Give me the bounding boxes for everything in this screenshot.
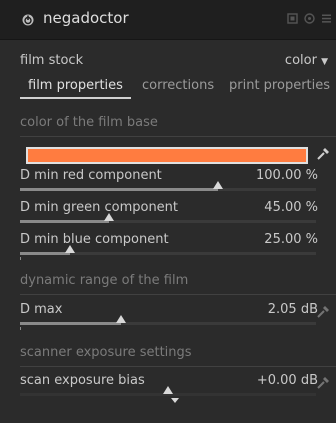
section-header-film-base: color of the film base [20,115,336,137]
slider-thumb[interactable] [65,245,76,253]
active-tab-underline [20,97,131,99]
slider-value: 2.05 dB [267,302,318,317]
slider-center-marker [171,398,179,403]
presets-icon[interactable] [287,13,298,24]
slider-label: D min blue component [20,232,169,247]
slider-tick [20,257,21,260]
slider-value: 25.00 % [264,232,318,247]
slider-value: 100.00 % [256,168,318,183]
film-base-color-swatch[interactable] [26,147,308,164]
menu-icon[interactable] [321,13,332,24]
tab-corrections[interactable]: corrections [142,78,214,93]
slider-label: D min red component [20,168,162,183]
tab-print-properties[interactable]: print properties [229,78,330,93]
slider-fill [20,393,168,396]
d-min-green-slider[interactable]: D min green component 45.00 % [20,200,318,220]
d-max-track[interactable] [20,315,316,325]
slider-fill [20,220,109,223]
reset-icon[interactable] [304,13,315,24]
module-title: negadoctor [43,9,129,27]
d-max-slider[interactable]: D max 2.05 dB [20,302,318,322]
slider-label: D min green component [20,200,179,215]
d-min-red-track[interactable] [20,181,316,191]
film-stock-value: color ▼ [284,53,328,68]
d-min-blue-track[interactable] [20,245,316,255]
slider-tick [20,327,21,330]
film-stock-label: film stock [20,53,84,68]
slider-label: scan exposure bias [20,373,145,388]
module-header: negadoctor [0,0,336,40]
slider-label: D max [20,302,63,317]
slider-value: 45.00 % [264,200,318,215]
tab-film-properties[interactable]: film properties [28,78,123,93]
header-icons [287,13,332,24]
section-header-dynamic-range: dynamic range of the film [20,273,336,295]
d-min-green-track[interactable] [20,213,316,223]
d-min-red-slider[interactable]: D min red component 100.00 % [20,168,318,188]
color-picker-icon[interactable] [316,376,330,390]
dropdown-arrow-icon: ▼ [321,57,328,67]
slider-value: +0.00 dB [256,373,318,388]
tab-bar: film properties corrections print proper… [20,78,336,100]
section-header-scanner: scanner exposure settings [20,345,336,367]
power-icon[interactable] [22,14,34,26]
film-stock-selector[interactable]: film stock color ▼ [20,53,328,73]
slider-fill [20,252,71,255]
slider-fill [20,188,219,191]
color-picker-icon[interactable] [316,147,330,161]
slider-thumb[interactable] [115,315,126,323]
slider-fill [20,322,121,325]
color-picker-icon[interactable] [316,305,330,319]
scan-exposure-bias-track[interactable] [20,386,316,396]
slider-thumb[interactable] [213,181,224,189]
slider-thumb[interactable] [163,386,173,394]
slider-thumb[interactable] [103,213,114,221]
